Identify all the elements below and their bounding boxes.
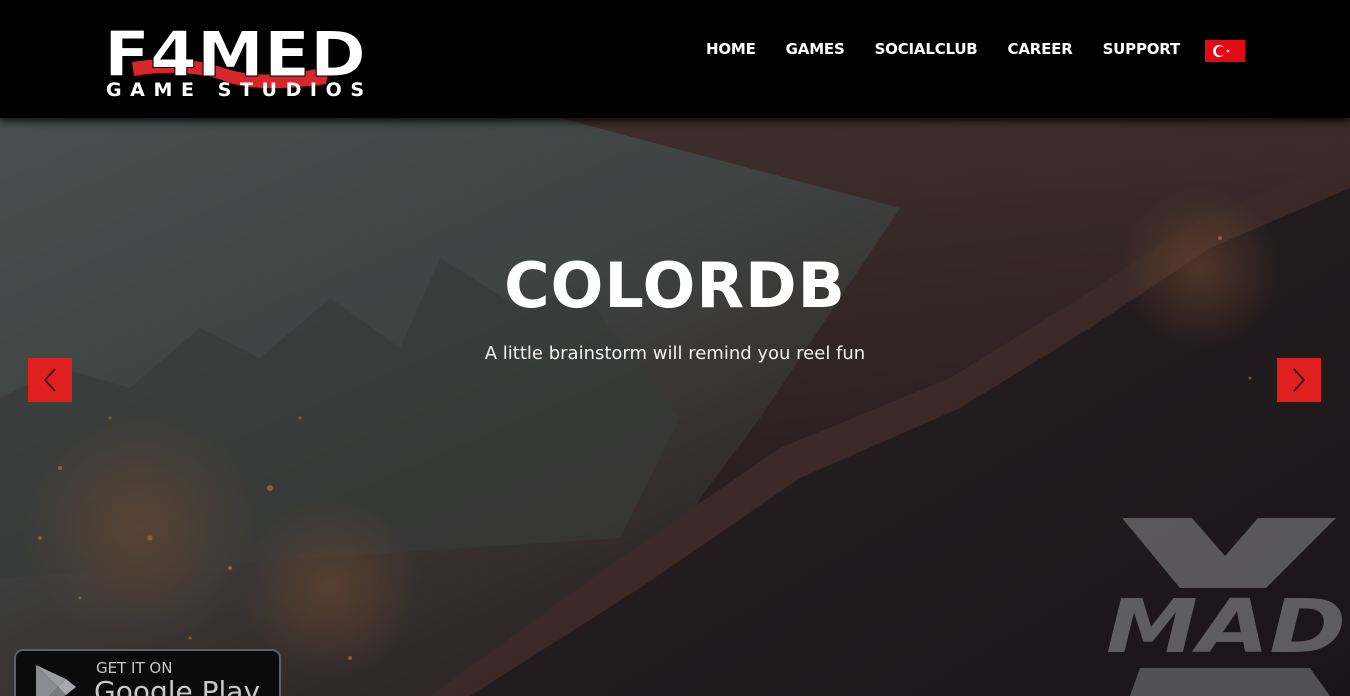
chevron-left-icon: [43, 368, 56, 392]
google-play-icon: [36, 665, 76, 696]
brand-logo[interactable]: F4MED GAME STUDIOS: [104, 18, 370, 102]
slider-next-button[interactable]: [1277, 358, 1321, 402]
xmad-watermark: MAD: [1100, 518, 1350, 696]
main-nav: HOME GAMES SOCIALCLUB CAREER SUPPORT: [706, 40, 1180, 58]
hero-title: COLORDB: [504, 249, 846, 322]
hero-slider: COLORDB A little brainstorm will remind …: [0, 118, 1350, 696]
badge-big-text: Google Play: [94, 675, 261, 696]
nav-games[interactable]: GAMES: [786, 40, 845, 58]
site-header: F4MED GAME STUDIOS HOME GAMES SOCIALCLUB…: [0, 0, 1350, 118]
chevron-right-icon: [1293, 368, 1306, 392]
nav-socialclub[interactable]: SOCIALCLUB: [875, 40, 978, 58]
hero-subtitle: A little brainstorm will remind you reel…: [484, 343, 866, 364]
nav-career[interactable]: CAREER: [1008, 40, 1073, 58]
turkey-flag-icon[interactable]: [1205, 40, 1245, 62]
nav-home[interactable]: HOME: [706, 40, 756, 58]
google-play-badge[interactable]: GET IT ON Google Play: [14, 649, 281, 696]
nav-support[interactable]: SUPPORT: [1103, 40, 1181, 58]
slider-prev-button[interactable]: [28, 358, 72, 402]
watermark-text: MAD: [1106, 584, 1346, 670]
